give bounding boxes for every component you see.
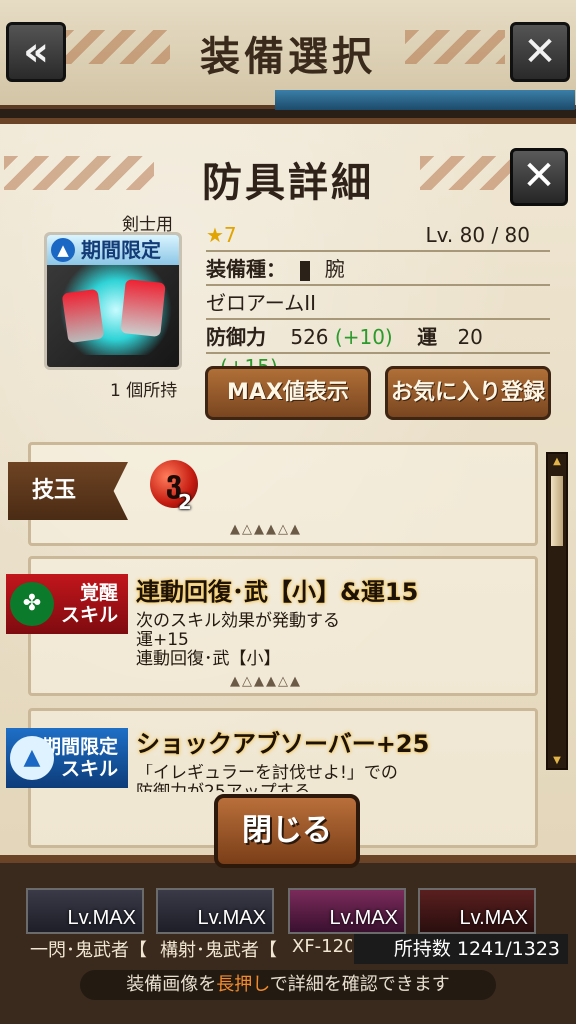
scroll-down-icon[interactable]: ▼ bbox=[550, 755, 564, 766]
close-button[interactable]: 閉じる bbox=[214, 794, 360, 868]
equip-type-value: 腕 bbox=[324, 257, 345, 281]
armor-name: ゼロアームII bbox=[206, 291, 316, 315]
thumb-name: 構射･鬼武者【 bbox=[160, 940, 277, 961]
skill-desc-line: 運+15 bbox=[136, 630, 189, 650]
gem-ribbon: 技玉 bbox=[8, 462, 128, 520]
modal-close-button[interactable]: ✕ bbox=[510, 148, 568, 206]
awaken-skill-badge-label: 覚醒 スキル bbox=[60, 582, 118, 626]
back-button[interactable]: « bbox=[6, 22, 66, 82]
equipment-thumb[interactable]: Lv.MAX bbox=[288, 888, 406, 934]
hint-text: 装備画像を bbox=[126, 974, 217, 995]
page-dots: ▲△▲▲△▲ bbox=[230, 674, 302, 689]
defense-bonus: (+10) bbox=[334, 325, 393, 349]
awaken-skill-desc: 次のスキル効果が発動する 運+15 連動回復･武【小】 bbox=[136, 612, 340, 669]
background-close-button[interactable]: ✕ bbox=[510, 22, 570, 82]
equipment-thumb[interactable]: Lv.MAX bbox=[418, 888, 536, 934]
limited-skill-title: ショックアブソーバー+25 bbox=[136, 730, 430, 758]
stats-row: 防御力 526 (+10) 運 20 (+15) bbox=[206, 322, 550, 379]
skill-desc-line: 防御力が25アップする bbox=[136, 782, 311, 793]
gem-count: 2 bbox=[178, 490, 192, 514]
luck-value: 20 bbox=[457, 325, 483, 349]
skill-desc-line: 次のスキル効果が発動する bbox=[136, 611, 340, 631]
close-icon: ✕ bbox=[522, 153, 556, 199]
armor-piece-icon bbox=[61, 288, 105, 344]
thumb-name: 一閃･鬼武者【 bbox=[30, 940, 147, 961]
rarity: ★7 bbox=[206, 223, 237, 247]
armor-name-row: ゼロアームII bbox=[206, 288, 550, 320]
armor-detail-modal: 防具詳細 ✕ 剣士用 ▲ 期間限定 1 個所持 ★7 Lv. 80 / 80 装備… bbox=[0, 118, 576, 863]
hint-text: で詳細を確認できます bbox=[269, 974, 450, 995]
thumb-name: XF-120 bbox=[292, 936, 352, 957]
thumb-level: Lv.MAX bbox=[329, 907, 398, 929]
background-tab-strip[interactable] bbox=[275, 90, 575, 110]
awaken-skill-title: 連動回復･武【小】&運15 bbox=[136, 578, 419, 606]
owned-count: 所持数 1241/1323 bbox=[354, 934, 568, 964]
scrollbar[interactable]: ▲ ▼ bbox=[546, 452, 568, 770]
rarity-level-row: ★7 Lv. 80 / 80 bbox=[206, 220, 550, 252]
background-title: 装備選択 bbox=[200, 34, 376, 80]
armor-image[interactable]: ▲ 期間限定 bbox=[44, 232, 182, 370]
clover-icon: ✤ bbox=[10, 582, 54, 626]
equip-type-label: 装備種： bbox=[206, 257, 286, 281]
back-arrow-icon: « bbox=[23, 29, 49, 75]
level: Lv. 80 / 80 bbox=[425, 223, 531, 247]
equipment-thumb[interactable]: Lv.MAX bbox=[156, 888, 274, 934]
armor-piece-icon bbox=[120, 279, 166, 337]
limited-tag-label: 期間限定 bbox=[81, 238, 161, 262]
limited-tag: ▲ 期間限定 bbox=[47, 235, 179, 265]
limited-skill-desc: 「イレギュラーを討伐せよ!」での 防御力が25アップする bbox=[136, 764, 398, 792]
thumb-level: Lv.MAX bbox=[459, 907, 528, 929]
limited-skill-badge: ▲ 期間限定 スキル bbox=[6, 728, 128, 788]
skill-desc-line: 「イレギュラーを討伐せよ!」での bbox=[136, 764, 398, 783]
awaken-skill-badge: ✤ 覚醒 スキル bbox=[6, 574, 128, 634]
equipment-thumb[interactable]: Lv.MAX bbox=[26, 888, 144, 934]
hint-emphasis: 長押し bbox=[216, 974, 270, 995]
limited-up-icon: ▲ bbox=[51, 238, 75, 262]
defense-label: 防御力 bbox=[206, 325, 266, 349]
defense-value: 526 bbox=[290, 325, 329, 349]
scroll-up-icon[interactable]: ▲ bbox=[550, 456, 564, 467]
favorite-button[interactable]: お気に入り登録 bbox=[385, 366, 551, 420]
thumb-level: Lv.MAX bbox=[197, 907, 266, 929]
luck-label: 運 bbox=[417, 325, 438, 349]
modal-title: 防具詳細 bbox=[202, 160, 374, 206]
thumb-level: Lv.MAX bbox=[67, 907, 136, 929]
arm-icon bbox=[300, 260, 311, 281]
limited-up-icon: ▲ bbox=[10, 736, 54, 780]
equip-type-row: 装備種： 腕 bbox=[206, 254, 550, 286]
max-value-button[interactable]: MAX値表示 bbox=[205, 366, 371, 420]
scroll-thumb[interactable] bbox=[551, 476, 563, 546]
owned-label: 1 個所持 bbox=[110, 381, 178, 401]
skill-desc-line: 連動回復･武【小】 bbox=[136, 649, 281, 669]
page-dots: ▲△▲▲△▲ bbox=[230, 522, 302, 537]
hint-bar: 装備画像を長押しで詳細を確認できます bbox=[80, 970, 496, 1000]
close-icon: ✕ bbox=[523, 29, 557, 75]
